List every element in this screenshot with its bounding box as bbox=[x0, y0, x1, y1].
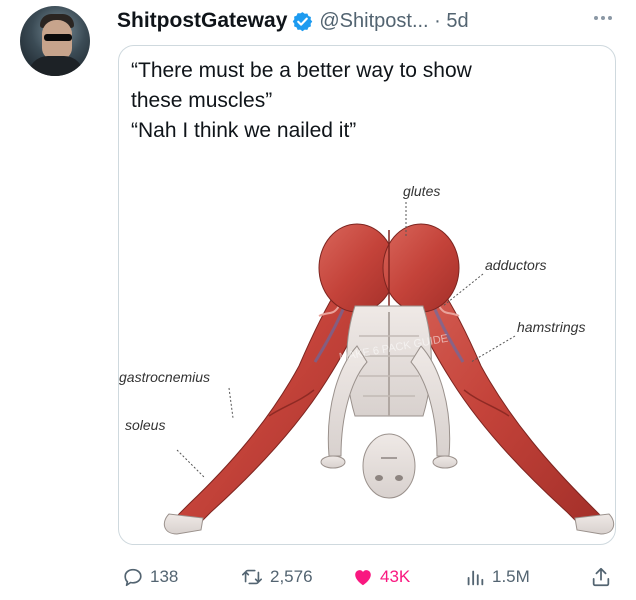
label-gastrocnemius: gastrocnemius bbox=[119, 369, 210, 385]
repost-count: 2,576 bbox=[270, 567, 313, 586]
views-button[interactable]: 1.5M bbox=[464, 562, 530, 592]
tweet-caption: “There must be a better way to show thes… bbox=[131, 56, 601, 146]
share-button[interactable] bbox=[590, 562, 618, 592]
tweet-media-card[interactable]: “There must be a better way to show thes… bbox=[118, 45, 616, 545]
views-icon bbox=[467, 570, 484, 586]
repost-icon bbox=[242, 569, 262, 585]
like-button[interactable]: 43K bbox=[352, 562, 410, 592]
avatar-suit bbox=[28, 56, 84, 76]
head bbox=[362, 433, 416, 499]
label-adductors: adductors bbox=[485, 257, 546, 273]
repost-button[interactable]: 2,576 bbox=[240, 562, 313, 592]
right-foot bbox=[574, 513, 615, 535]
reply-count: 138 bbox=[150, 567, 179, 586]
label-glutes: glutes bbox=[403, 183, 440, 199]
label-hamstrings: hamstrings bbox=[517, 319, 585, 335]
handle-and-time[interactable]: @Shitpost... · 5d bbox=[319, 10, 468, 33]
share-icon bbox=[592, 567, 610, 587]
views-count: 1.5M bbox=[492, 567, 530, 586]
more-icon[interactable] bbox=[590, 8, 616, 28]
label-soleus: soleus bbox=[125, 417, 165, 433]
caption-line-3: “Nah I think we nailed it” bbox=[131, 119, 357, 142]
tweet-actions-bar: 138 2,576 43K 1.5M bbox=[0, 562, 636, 592]
right-glute bbox=[382, 223, 460, 313]
verified-badge-icon bbox=[293, 11, 313, 31]
author-name[interactable]: ShitpostGateway bbox=[117, 9, 287, 33]
left-foot bbox=[163, 513, 204, 535]
caption-line-1: “There must be a better way to show bbox=[131, 59, 472, 82]
like-count: 43K bbox=[380, 567, 411, 586]
heart-icon bbox=[355, 570, 371, 586]
muscle-anatomy-image[interactable]: MAKE 6 PACK GUIDE glutes adductors hamst… bbox=[119, 166, 616, 545]
reply-icon bbox=[124, 568, 142, 587]
avatar[interactable] bbox=[20, 6, 90, 76]
tweet-header: ShitpostGateway @Shitpost... · 5d bbox=[117, 8, 469, 34]
avatar-sunglasses bbox=[44, 34, 72, 41]
reply-button[interactable]: 138 bbox=[122, 562, 178, 592]
caption-line-2: these muscles” bbox=[131, 89, 273, 112]
